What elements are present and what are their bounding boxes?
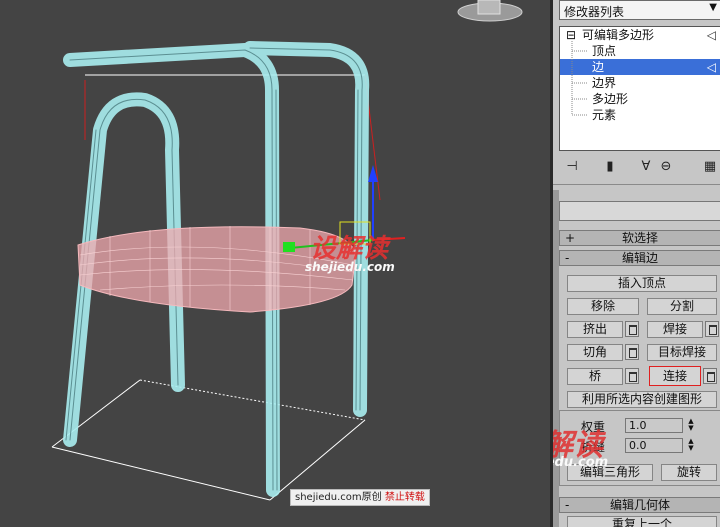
rollout-title: 编辑边 bbox=[621, 251, 658, 265]
chamfer-button[interactable]: 切角 bbox=[567, 344, 623, 361]
stack-toolbar: ⊣ ▮ ∀ ⊖ ▦ bbox=[559, 156, 720, 180]
stack-item-label: 边 bbox=[592, 60, 605, 74]
stack-item-polygon[interactable]: 多边形 bbox=[560, 91, 720, 107]
extrude-settings-icon[interactable] bbox=[625, 321, 639, 337]
weld-settings-icon[interactable] bbox=[705, 321, 719, 337]
target-weld-button[interactable]: 目标焊接 bbox=[647, 344, 717, 361]
stack-item-label: 元素 bbox=[592, 108, 617, 122]
remove-button[interactable]: 移除 bbox=[567, 298, 639, 315]
edge-triangle-icon: ◁ bbox=[706, 60, 716, 74]
weight-spin-arrows-icon[interactable]: ▲ ▼ bbox=[685, 418, 697, 433]
rollout-edit-geometry[interactable]: - 编辑几何体 bbox=[559, 497, 720, 513]
chair-wireframe-model bbox=[51, 0, 523, 501]
viewcube-icon[interactable] bbox=[477, 0, 501, 15]
modifier-stack[interactable]: ⊟ 可编辑多边形 ◁ 顶点 边 ◁ 边界 多边形 元素 bbox=[559, 26, 720, 151]
create-shape-button[interactable]: 利用所选内容创建图形 bbox=[567, 391, 717, 408]
connect-button[interactable]: 连接 bbox=[649, 366, 701, 386]
credit-original: 原创 bbox=[361, 492, 382, 503]
credit-badge: shejiedu.com原创 禁止转载 bbox=[290, 489, 430, 506]
divider bbox=[553, 184, 720, 185]
modifier-list-dropdown[interactable]: 修改器列表 ▼ bbox=[559, 0, 720, 20]
stack-item-label: 顶点 bbox=[592, 44, 617, 58]
stack-item-label: 边界 bbox=[592, 76, 617, 90]
perspective-viewport[interactable]: 设解读 shejiedu.com shejiedu.com原创 禁止转载 bbox=[0, 0, 550, 527]
remove-modifier-icon[interactable]: ⊖ bbox=[657, 158, 675, 176]
repeat-last-button[interactable]: 重复上一个 bbox=[567, 516, 717, 527]
weight-spinner[interactable]: 1.0 bbox=[625, 418, 683, 433]
turn-button[interactable]: 旋转 bbox=[661, 464, 717, 481]
show-end-result-icon[interactable]: ▮ bbox=[601, 158, 619, 176]
chevron-down-icon: ▼ bbox=[709, 2, 717, 13]
bridge-settings-icon[interactable] bbox=[625, 368, 639, 384]
connect-settings-icon[interactable] bbox=[703, 368, 717, 384]
url-watermark: shejiedu.com bbox=[305, 260, 395, 274]
crease-spinner[interactable]: 0.0 bbox=[625, 438, 683, 453]
configure-sets-icon[interactable]: ▦ bbox=[701, 158, 719, 176]
modifier-list-label: 修改器列表 bbox=[564, 5, 625, 19]
stack-item-vertex[interactable]: 顶点 bbox=[560, 43, 720, 59]
chamfer-settings-icon[interactable] bbox=[625, 344, 639, 360]
bridge-button[interactable]: 桥 bbox=[567, 368, 623, 385]
rollout-edit-edges[interactable]: - 编辑边 bbox=[559, 250, 720, 266]
stack-item-edge[interactable]: 边 ◁ bbox=[560, 59, 720, 75]
rollout-title: 软选择 bbox=[621, 231, 658, 245]
stack-item-label: 多边形 bbox=[592, 92, 629, 106]
rollout-soft-selection[interactable]: + 软选择 bbox=[559, 230, 720, 246]
split-button[interactable]: 分割 bbox=[647, 298, 717, 315]
rollout-title: 编辑几何体 bbox=[609, 498, 670, 512]
weld-button[interactable]: 焊接 bbox=[647, 321, 703, 338]
crease-spin-arrows-icon[interactable]: ▲ ▼ bbox=[685, 438, 697, 453]
pin-stack-icon[interactable]: ⊣ bbox=[563, 158, 581, 176]
insert-vertex-button[interactable]: 插入顶点 bbox=[567, 275, 717, 292]
credit-warning: 禁止转载 bbox=[384, 492, 425, 503]
stack-item-editable-poly[interactable]: ⊟ 可编辑多边形 ◁ bbox=[560, 27, 720, 43]
stack-item-element[interactable]: 元素 bbox=[560, 107, 720, 123]
pin-triangle-icon: ◁ bbox=[706, 28, 716, 42]
url-watermark: shejiedu.com bbox=[553, 455, 609, 470]
selection-info-box bbox=[559, 201, 720, 221]
credit-site: shejiedu.com bbox=[295, 492, 362, 503]
collapse-icon[interactable]: ⊟ bbox=[566, 27, 576, 43]
stack-item-border[interactable]: 边界 bbox=[560, 75, 720, 91]
extrude-button[interactable]: 挤出 bbox=[567, 321, 623, 338]
make-unique-icon[interactable]: ∀ bbox=[637, 158, 655, 176]
stack-item-label: 可编辑多边形 bbox=[582, 28, 655, 42]
modify-command-panel: 修改器列表 ▼ ⊟ 可编辑多边形 ◁ 顶点 边 ◁ 边界 多边形 元素 ⊣ ▮ ∀… bbox=[550, 0, 720, 527]
